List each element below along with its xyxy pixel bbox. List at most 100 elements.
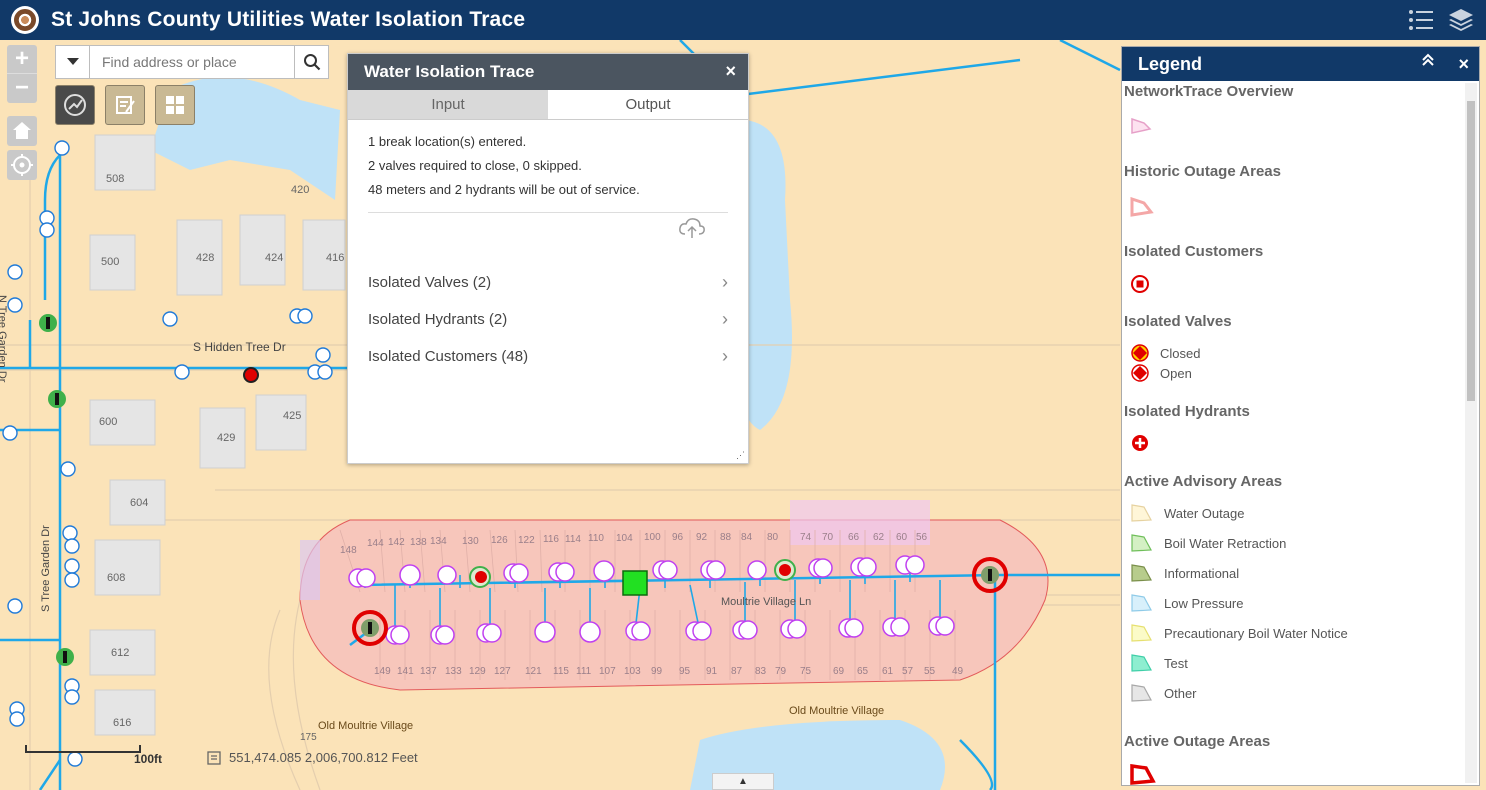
legend-item-label: Informational [1164, 565, 1240, 581]
search-button[interactable] [294, 46, 328, 78]
legend-title: Legend [1138, 53, 1203, 74]
lot-number: 79 [775, 666, 787, 677]
advisory-swatch-icon [1131, 594, 1152, 612]
lot-number: 49 [952, 666, 964, 677]
lot-number: 66 [848, 532, 860, 543]
lot-number: 130 [462, 535, 479, 547]
attribute-table-toggle[interactable]: ▲ [712, 773, 774, 790]
coordinate-icon[interactable] [207, 750, 221, 765]
chevron-right-icon: › [722, 346, 728, 366]
edit-tool-button[interactable] [105, 85, 145, 125]
advisory-swatch-icon [1131, 534, 1152, 552]
lot-number: 121 [525, 666, 542, 677]
building-number: 508 [106, 173, 125, 185]
polygon-swatch-icon [1131, 117, 1152, 134]
legend-item: Low Pressure [1130, 593, 1243, 613]
lot-number: 114 [565, 533, 581, 545]
legend-scrollbar[interactable] [1465, 83, 1477, 783]
lot-number: 60 [896, 532, 908, 543]
legend-item-label: Open [1160, 365, 1192, 381]
lot-number: 134 [430, 536, 447, 547]
results-list: Isolated Valves (2) › Isolated Hydrants … [368, 264, 728, 375]
home-button[interactable] [7, 116, 37, 146]
search-source-dropdown[interactable] [56, 46, 90, 78]
search-widget [55, 45, 329, 79]
building-number: 500 [101, 256, 120, 268]
lot-number: 65 [857, 666, 869, 677]
tab-input[interactable]: Input [348, 90, 548, 119]
chevron-right-icon: › [722, 309, 728, 329]
advisory-swatch-icon [1131, 564, 1152, 582]
legend-item-closed: Closed [1130, 343, 1200, 363]
isolation-trace-tool-button[interactable] [55, 85, 95, 125]
legend-group-title: Active Outage Areas [1124, 733, 1271, 750]
lot-number: 100 [644, 532, 661, 543]
basemap-gallery-button[interactable] [155, 85, 195, 125]
lot-number: 69 [833, 666, 845, 677]
lot-number: 74 [800, 532, 812, 543]
lot-number: 104 [616, 532, 633, 544]
zoom-in-button[interactable]: + [7, 45, 37, 74]
result-isolated-customers[interactable]: Isolated Customers (48) › [368, 338, 728, 375]
panel-title: Water Isolation Trace [364, 62, 535, 81]
advisory-swatch-icon [1131, 684, 1152, 702]
coordinate-readout: 551,474.085 2,006,700.812 Feet [207, 750, 418, 765]
building-number: 424 [265, 252, 284, 264]
upload-cloud-icon[interactable] [678, 216, 706, 240]
tab-output[interactable]: Output [548, 90, 748, 119]
result-isolated-hydrants[interactable]: Isolated Hydrants (2) › [368, 301, 728, 338]
advisory-swatch-icon [1131, 624, 1152, 642]
result-isolated-valves[interactable]: Isolated Valves (2) › [368, 264, 728, 301]
legend-item [1130, 763, 1166, 785]
caret-up-icon: ▲ [738, 776, 748, 787]
legend-item [1130, 117, 1162, 135]
result-label: Isolated Customers (48) [368, 348, 529, 365]
legend-group-title: Isolated Customers [1124, 243, 1264, 260]
scale-label: 100ft [134, 752, 163, 766]
trace-summary: 1 break location(s) entered. 2 valves re… [348, 120, 748, 202]
legend-item: Precautionary Boil Water Notice [1130, 623, 1348, 643]
scrollbar-thumb[interactable] [1467, 101, 1475, 401]
collapse-icon[interactable] [1421, 53, 1435, 67]
street-label: Moultrie Village Ln [721, 596, 812, 608]
building-number: 175 [300, 732, 317, 743]
lot-number: 138 [410, 536, 427, 548]
building-number: 600 [99, 416, 118, 428]
summary-line: 1 break location(s) entered. [368, 134, 527, 149]
locate-icon [11, 154, 33, 176]
legend-item: Boil Water Retraction [1130, 533, 1286, 553]
resize-grip-icon[interactable]: ⋰ [736, 450, 745, 461]
locate-button[interactable] [7, 150, 37, 180]
scale-bar [25, 745, 141, 753]
legend-item [1130, 433, 1160, 453]
search-input[interactable] [90, 46, 294, 78]
closed-valve-icon [1131, 344, 1149, 362]
lot-number: 92 [696, 532, 708, 543]
street-label: S Tree Garden Dr [40, 525, 52, 612]
isolated-customer-icon [1131, 275, 1149, 293]
legend-item: Water Outage [1130, 503, 1244, 523]
legend-item [1130, 197, 1164, 217]
lot-number: 142 [388, 537, 405, 548]
lot-number: 83 [755, 666, 767, 677]
street-label: Old Moultrie Village [789, 705, 885, 717]
zoom-out-button[interactable]: − [7, 74, 37, 103]
lot-number: 141 [397, 666, 414, 677]
panel-close-button[interactable]: × [725, 61, 736, 82]
building-number: 425 [283, 410, 302, 422]
app-header: St Johns County Utilities Water Isolatio… [0, 0, 1486, 40]
legend-group-title: Isolated Hydrants [1124, 403, 1250, 420]
legend-body: NetworkTrace Overview Historic Outage Ar… [1122, 81, 1463, 785]
lot-number: 56 [916, 532, 928, 543]
lot-number: 95 [679, 666, 691, 677]
edit-icon [116, 96, 135, 114]
list-icon[interactable] [1408, 8, 1434, 32]
street-label: N Tree Garden Dr [0, 295, 8, 383]
summary-line: 2 valves required to close, 0 skipped. [368, 158, 582, 173]
county-seal-logo [11, 6, 39, 34]
lot-number: 149 [374, 666, 391, 677]
lot-number: 91 [706, 666, 718, 677]
panel-tabs: Input Output [348, 90, 748, 120]
layers-icon[interactable] [1448, 8, 1474, 32]
legend-close-button[interactable]: × [1458, 54, 1469, 75]
